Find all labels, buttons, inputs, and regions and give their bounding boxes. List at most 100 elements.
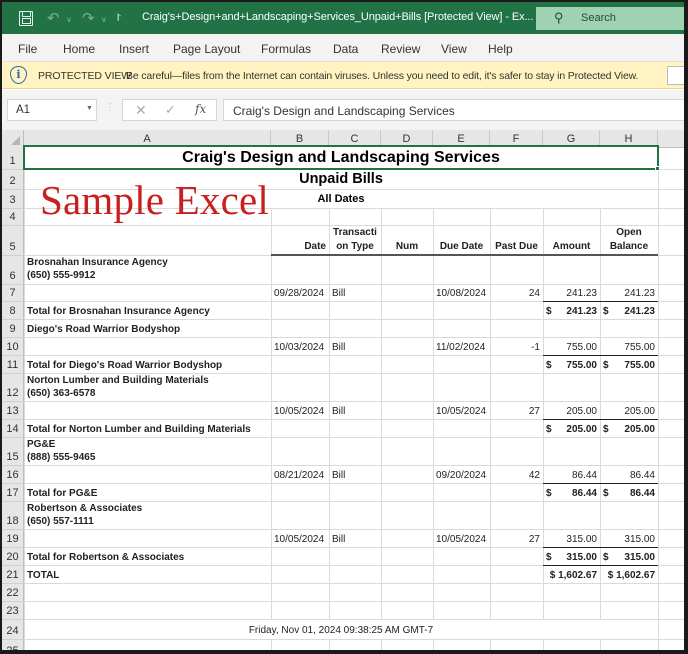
search-box[interactable]: ⚲ Search	[536, 7, 684, 30]
tab-data[interactable]: Data	[333, 42, 358, 56]
row-number: 18	[6, 515, 19, 527]
row-header-19[interactable]: 19	[2, 530, 24, 548]
protected-view-label: PROTECTED VIEW	[38, 70, 132, 82]
bill-type: Bill	[332, 342, 346, 353]
gridline-vertical	[381, 148, 382, 650]
gridline-horizontal	[24, 337, 684, 338]
row-header-22[interactable]: 22	[2, 584, 24, 602]
vendor-total-amount: 241.23	[566, 306, 597, 317]
row-header-10[interactable]: 10	[2, 338, 24, 356]
row-header-4[interactable]: 4	[2, 209, 24, 226]
vendor-total-label: Total for Norton Lumber and Building Mat…	[27, 424, 251, 435]
gridline-horizontal	[24, 583, 684, 584]
row-number: 20	[6, 551, 19, 563]
row-header-6[interactable]: 6	[2, 256, 24, 285]
vendor-name: Robertson & Associates	[27, 503, 143, 514]
row-header-7[interactable]: 7	[2, 285, 24, 302]
enter-icon[interactable]: ✓	[165, 102, 176, 118]
gridline-horizontal	[24, 284, 684, 285]
row-header-15[interactable]: 15	[2, 438, 24, 466]
vendor-name: Diego's Road Warrior Bodyshop	[27, 324, 181, 335]
ribbon-tabs: File Home Insert Page Layout Formulas Da…	[2, 34, 684, 62]
redo-dropdown-icon[interactable]: ∨	[101, 15, 107, 24]
row-number: 17	[6, 487, 19, 499]
row-header-24[interactable]: 24	[2, 620, 24, 640]
insert-function-icon[interactable]: fx	[195, 102, 206, 116]
row-header-5[interactable]: 5	[2, 226, 24, 256]
formula-buttons: ✕ ✓ fx	[122, 99, 217, 121]
subtotal-underline	[543, 547, 658, 548]
gridline-vertical	[433, 148, 434, 650]
cancel-icon[interactable]: ✕	[135, 102, 147, 119]
row-number: 21	[6, 569, 19, 581]
name-box[interactable]: A1 ▼	[7, 99, 97, 121]
tab-review[interactable]: Review	[381, 42, 420, 56]
row-header-18[interactable]: 18	[2, 502, 24, 530]
row-header-1[interactable]: 1	[2, 146, 24, 170]
column-header-blank[interactable]	[658, 130, 684, 148]
header-date: Date	[304, 241, 326, 252]
report-footer-timestamp: Friday, Nov 01, 2024 09:38:25 AM GMT-7	[248, 625, 434, 636]
tab-formulas[interactable]: Formulas	[261, 42, 311, 56]
redo-icon[interactable]: ↷	[82, 9, 95, 27]
row-header-23[interactable]: 23	[2, 602, 24, 620]
enable-editing-button[interactable]	[667, 66, 684, 85]
gridline-vertical	[24, 148, 25, 650]
chevron-down-icon[interactable]: ▼	[86, 105, 93, 112]
bill-past-due: 27	[528, 534, 540, 545]
formula-bar: A1 ▼ ⋮ ✕ ✓ fx Craig's Design and Landsca…	[2, 90, 684, 130]
bill-past-due: -1	[531, 342, 540, 353]
save-icon[interactable]	[19, 11, 33, 26]
row-header-9[interactable]: 9	[2, 320, 24, 338]
drag-handle-icon[interactable]: ⋮	[105, 102, 115, 113]
row-number: 7	[9, 287, 16, 299]
tab-file[interactable]: File	[18, 42, 37, 56]
tab-insert[interactable]: Insert	[119, 42, 149, 56]
grand-total-amount: $ 1,602.67	[549, 570, 597, 581]
row-header-20[interactable]: 20	[2, 548, 24, 566]
tab-view[interactable]: View	[441, 42, 467, 56]
gridline-horizontal	[24, 639, 684, 640]
subtotal-underline	[543, 419, 658, 420]
row-header-17[interactable]: 17	[2, 484, 24, 502]
customize-qat-icon[interactable]: ⨡	[117, 13, 121, 24]
bill-due-date: 10/05/2024	[436, 406, 487, 417]
undo-dropdown-icon[interactable]: ∨	[66, 15, 72, 24]
row-header-25[interactable]: 25	[2, 640, 24, 650]
gridline-vertical	[543, 148, 544, 650]
row-header-14[interactable]: 14	[2, 420, 24, 438]
bill-past-due: 24	[528, 288, 540, 299]
vendor-phone: (888) 555-9465	[27, 452, 96, 463]
selected-cell-a1[interactable]	[23, 145, 659, 170]
undo-icon[interactable]: ↶	[47, 9, 60, 27]
tab-page-layout[interactable]: Page Layout	[173, 42, 240, 56]
tab-help[interactable]: Help	[488, 42, 513, 56]
bill-due-date: 10/08/2024	[436, 288, 487, 299]
info-shield-icon: i	[10, 66, 27, 84]
row-header-16[interactable]: 16	[2, 466, 24, 484]
worksheet-grid[interactable]: A B C D E F G H 1 2 3 4 5 6 7 8 9 10 11 12 13 14 15 16 17 18 19 20 2…	[2, 130, 684, 650]
row-header-21[interactable]: 21	[2, 566, 24, 584]
row-header-12[interactable]: 12	[2, 374, 24, 402]
fill-handle[interactable]	[655, 166, 660, 171]
bill-date: 08/21/2024	[274, 470, 325, 481]
row-header-11[interactable]: 11	[2, 356, 24, 374]
tab-home[interactable]: Home	[63, 42, 95, 56]
bill-due-date: 10/05/2024	[436, 534, 487, 545]
row-header-3[interactable]: 3	[2, 190, 24, 209]
gridline-vertical	[271, 148, 272, 650]
vendor-phone: (650) 555-9912	[27, 270, 96, 281]
row-header-2[interactable]: 2	[2, 170, 24, 190]
bill-type: Bill	[332, 470, 346, 481]
bill-date: 09/28/2024	[274, 288, 325, 299]
row-header-8[interactable]: 8	[2, 302, 24, 320]
row-number: 2	[9, 175, 16, 187]
row-number: 5	[9, 241, 16, 253]
row-number: 10	[6, 341, 19, 353]
bill-past-due: 42	[528, 470, 540, 481]
gridline-horizontal	[24, 437, 684, 438]
gridline-horizontal	[24, 601, 684, 602]
formula-input[interactable]: Craig's Design and Landscaping Services	[223, 99, 684, 121]
row-header-13[interactable]: 13	[2, 402, 24, 420]
subtotal-underline	[543, 483, 658, 484]
